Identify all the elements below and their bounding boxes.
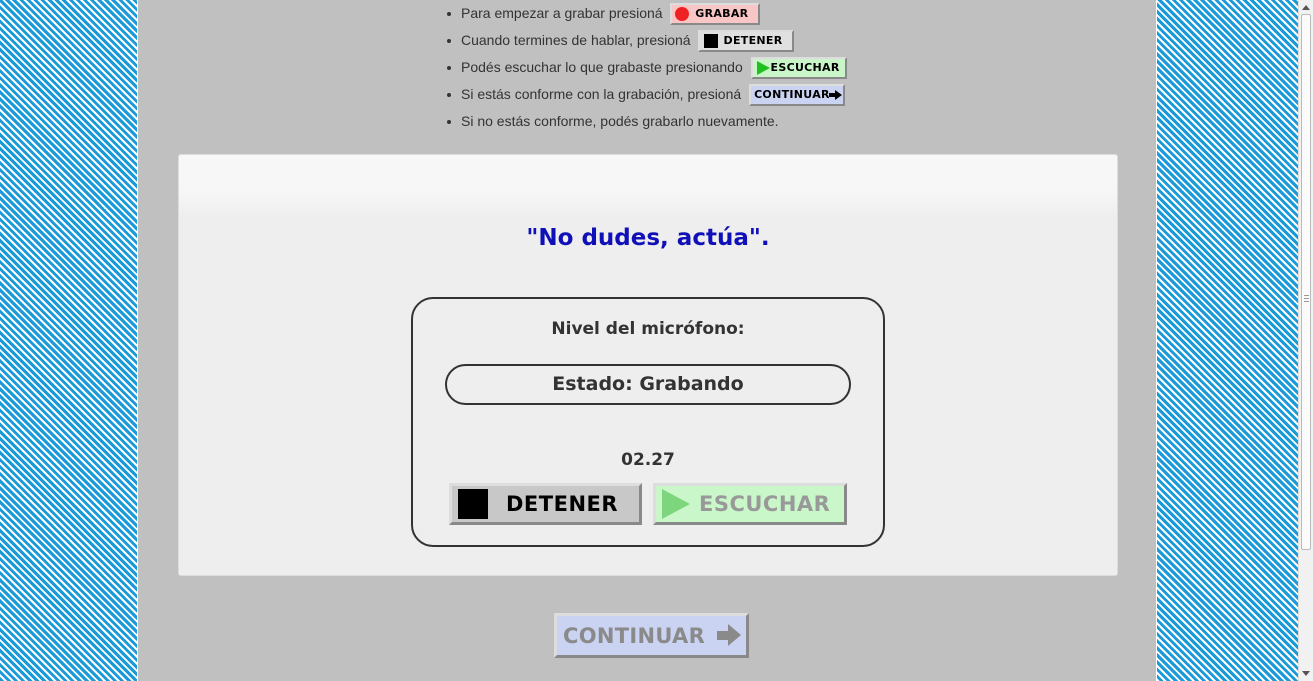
play-triangle-icon: [756, 61, 770, 76]
continue-button-label: CONTINUAR: [563, 624, 706, 648]
record-dot-icon: [675, 7, 690, 22]
inline-listen-button: ESCUCHAR: [750, 57, 847, 80]
status-display: Estado: Grabando: [445, 364, 851, 405]
vertical-scrollbar[interactable]: [1298, 0, 1313, 681]
phrase-to-read: "No dudes, actúa".: [526, 225, 770, 251]
stop-button[interactable]: DETENER: [449, 483, 642, 525]
instruction-record: Para empezar a grabar presioná GRABAR: [444, 0, 847, 27]
instruction-text: Si no estás conforme, podés grabarlo nue…: [461, 113, 779, 129]
page-container: Para empezar a grabar presioná GRABAR Cu…: [137, 0, 1157, 681]
scrollbar-thumb[interactable]: [1301, 14, 1311, 550]
instruction-stop: Cuando termines de hablar, presioná DETE…: [444, 27, 847, 54]
instruction-listen: Podés escuchar lo que grabaste presionan…: [444, 54, 847, 81]
play-triangle-icon: [662, 489, 690, 519]
listen-button[interactable]: ESCUCHAR: [653, 483, 847, 525]
instruction-text: Cuando termines de hablar, presioná: [461, 32, 691, 48]
recorder-box: Nivel del micrófono: Estado: Grabando 02…: [411, 297, 885, 547]
instruction-text: Podés escuchar lo que grabaste presionan…: [461, 59, 743, 75]
inline-stop-button: DETENER: [698, 30, 795, 53]
instruction-retry: Si no estás conforme, podés grabarlo nue…: [444, 108, 847, 135]
recording-panel: "No dudes, actúa". Nivel del micrófono: …: [178, 154, 1118, 576]
stop-button-label: DETENER: [506, 492, 619, 516]
recording-timer: 02.27: [621, 450, 675, 470]
inline-record-button: GRABAR: [670, 3, 761, 26]
arrow-right-icon: [829, 90, 843, 101]
inline-button-label: ESCUCHAR: [770, 61, 840, 75]
inline-button-label: CONTINUAR: [754, 88, 830, 102]
instructions-list: Para empezar a grabar presioná GRABAR Cu…: [444, 0, 847, 135]
scroll-down-arrow-icon[interactable]: [1302, 671, 1310, 676]
inline-button-label: GRABAR: [695, 7, 749, 21]
grip-icon: [1304, 295, 1309, 302]
instruction-continue: Si estás conforme con la grabación, pres…: [444, 81, 847, 108]
instruction-text: Si estás conforme con la grabación, pres…: [461, 86, 742, 102]
inline-button-label: DETENER: [723, 34, 783, 48]
continue-button[interactable]: CONTINUAR: [554, 613, 749, 658]
inline-continue-button: CONTINUAR: [749, 84, 846, 107]
mic-level-label: Nivel del micrófono:: [551, 319, 745, 339]
stop-square-icon: [704, 34, 719, 49]
arrow-right-icon: [717, 624, 741, 646]
instruction-text: Para empezar a grabar presioná: [461, 5, 663, 21]
stop-square-icon: [458, 489, 488, 519]
scroll-up-arrow-icon[interactable]: [1302, 5, 1310, 10]
listen-button-label: ESCUCHAR: [699, 492, 831, 516]
